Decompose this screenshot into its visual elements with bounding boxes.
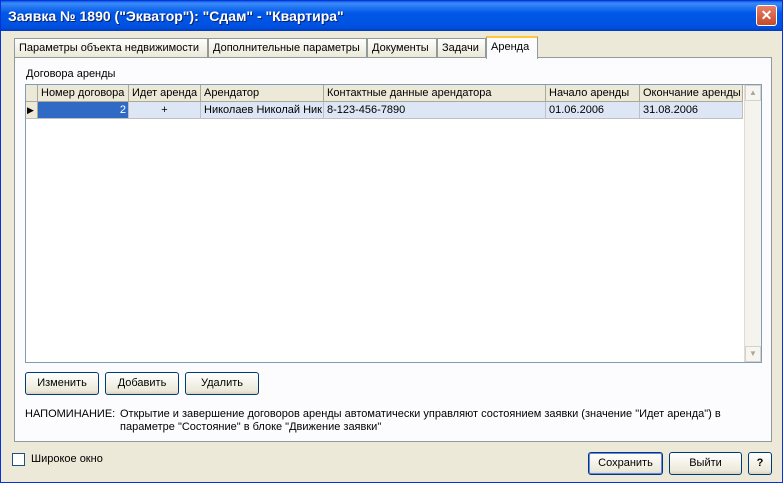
close-button[interactable]: ✕ (756, 5, 777, 26)
tab-extra-params[interactable]: Дополнительные параметры (208, 38, 367, 57)
table-row[interactable]: ▶ 2 + Николаев Николай Ник 8-123-456-789… (26, 102, 743, 119)
grid-vertical-scrollbar[interactable]: ▲ ▼ (744, 85, 761, 362)
cell-tenant[interactable]: Николаев Николай Ник (201, 102, 324, 119)
column-header-active[interactable]: Идет аренда (129, 85, 201, 102)
delete-button[interactable]: Удалить (185, 372, 259, 395)
help-button[interactable]: ? (748, 452, 772, 475)
reminder-label: НАПОМИНАНИЕ: (25, 408, 116, 420)
edit-button[interactable]: Изменить (25, 372, 99, 395)
scroll-down-icon[interactable]: ▼ (745, 346, 761, 362)
row-indicator: ▶ (26, 102, 38, 119)
window-title: Заявка № 1890 ("Экватор"): "Сдам" - "Ква… (8, 8, 344, 24)
column-header-tenant[interactable]: Арендатор (201, 85, 324, 102)
cell-contacts[interactable]: 8-123-456-7890 (324, 102, 546, 119)
tab-documents[interactable]: Документы (367, 38, 437, 57)
lease-contracts-grid[interactable]: Номер договора Идет аренда Арендатор Кон… (25, 84, 762, 363)
tab-object-params[interactable]: Параметры объекта недвижимости (14, 38, 208, 57)
lease-tab-panel: Договора аренды Номер договора Идет арен… (14, 57, 772, 442)
wide-window-label[interactable]: Широкое окно (31, 453, 103, 465)
column-header-contract-no[interactable]: Номер договора (38, 85, 129, 102)
scroll-up-icon[interactable]: ▲ (745, 85, 761, 101)
tab-tasks[interactable]: Задачи (437, 38, 486, 57)
header-indicator (26, 85, 38, 102)
title-bar[interactable]: Заявка № 1890 ("Экватор"): "Сдам" - "Ква… (1, 1, 782, 31)
add-button[interactable]: Добавить (105, 372, 179, 395)
lease-group-label: Договора аренды (26, 68, 116, 80)
reminder-text-line1: Открытие и завершение договоров аренды а… (120, 408, 721, 420)
column-header-contacts[interactable]: Контактные данные арендатора (324, 85, 546, 102)
cell-active[interactable]: + (129, 102, 201, 119)
cell-start[interactable]: 01.06.2006 (546, 102, 640, 119)
column-header-start[interactable]: Начало аренды (546, 85, 640, 102)
exit-button[interactable]: Выйти (669, 452, 742, 475)
wide-window-checkbox[interactable] (12, 453, 25, 466)
cell-end[interactable]: 31.08.2006 (640, 102, 743, 119)
save-button[interactable]: Сохранить (588, 452, 663, 475)
dialog-window: Заявка № 1890 ("Экватор"): "Сдам" - "Ква… (0, 0, 783, 483)
cell-contract-no[interactable]: 2 (38, 102, 129, 119)
reminder-text-line2: параметре "Состояние" в блоке "Движение … (120, 421, 382, 433)
column-header-end[interactable]: Окончание аренды (640, 85, 743, 102)
tab-lease[interactable]: Аренда (486, 36, 538, 59)
